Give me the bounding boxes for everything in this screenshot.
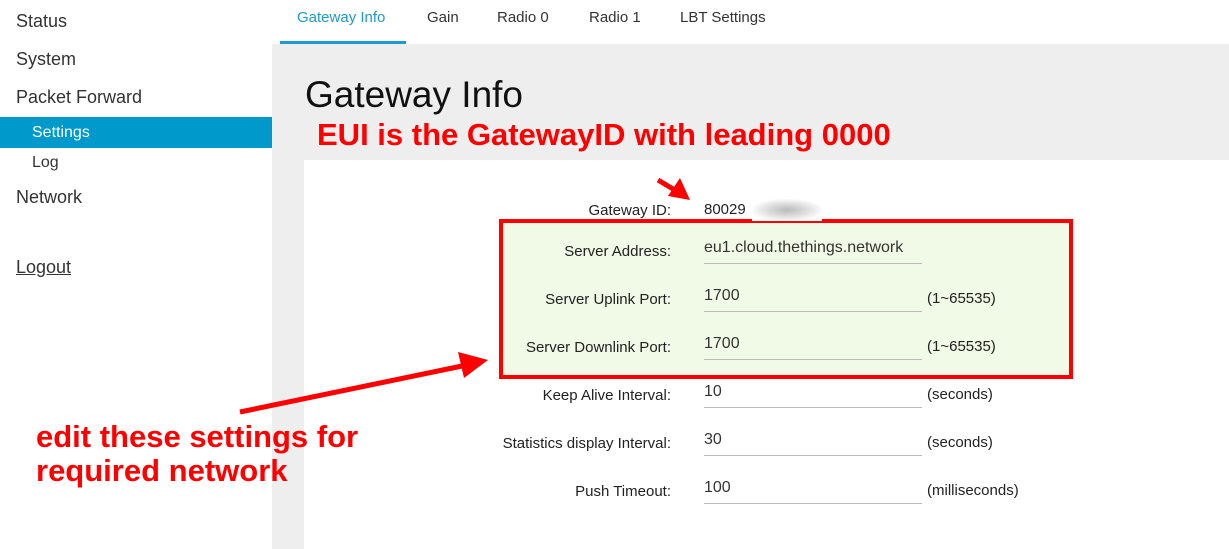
arrow-icon (656, 177, 690, 200)
arrow-icon (239, 352, 488, 415)
annotation-arrows (239, 177, 690, 415)
